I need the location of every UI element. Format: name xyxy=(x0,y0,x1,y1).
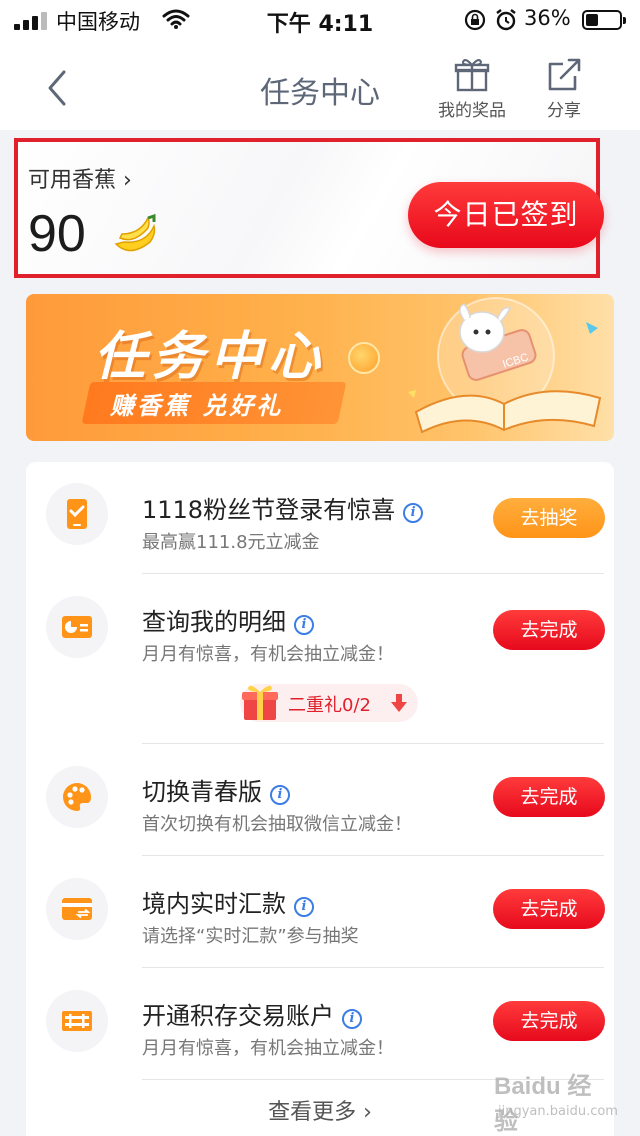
task-list: 1118粉丝节登录有惊喜 i 最高赢111.8元立减金 去抽奖 查询我的明细 i 月… xyxy=(26,462,614,1136)
task-icon-wrap xyxy=(46,990,108,1052)
chevron-right-icon: › xyxy=(356,1100,372,1125)
task-title: 开通积存交易账户 i xyxy=(142,996,362,1031)
battery-icon xyxy=(582,10,626,30)
bonus-badge[interactable]: 二重礼0/2 xyxy=(240,684,418,722)
task-row: 切换青春版 i 首次切换有机会抽取微信立减金！ 去完成 xyxy=(26,744,614,856)
task-row: 1118粉丝节登录有惊喜 i 最高赢111.8元立减金 去抽奖 xyxy=(26,462,614,574)
complete-task-button[interactable]: 去完成 xyxy=(493,1001,605,1041)
gift-box-icon xyxy=(242,685,278,720)
watermark-brand: Baidu 经验 xyxy=(494,1073,592,1135)
checked-in-button[interactable]: 今日已签到 xyxy=(408,182,604,248)
transfer-card-icon xyxy=(62,898,92,920)
alarm-icon xyxy=(496,9,516,31)
info-icon[interactable]: i xyxy=(342,1009,362,1029)
task-icon-wrap xyxy=(46,596,108,658)
task-title: 切换青春版 i xyxy=(142,772,290,807)
available-bananas-label: 可用香蕉 xyxy=(28,168,117,193)
task-icon-wrap xyxy=(46,483,108,545)
share-icon xyxy=(548,58,581,91)
complete-task-button[interactable]: 去完成 xyxy=(493,610,605,650)
task-title: 境内实时汇款 i xyxy=(142,884,314,919)
share-button[interactable]: 分享 xyxy=(538,56,590,121)
my-prizes-label: 我的奖品 xyxy=(438,101,506,121)
watermark-url: jingyan.baidu.com xyxy=(498,1104,618,1119)
task-description: 请选择“实时汇款”参与抽奖 xyxy=(142,926,359,947)
points-card: 可用香蕉 › 90 今日已签到 xyxy=(14,138,604,278)
banner-title: 任务中心 xyxy=(94,327,327,387)
gift-icon xyxy=(454,59,490,92)
info-icon[interactable]: i xyxy=(403,503,424,523)
info-icon[interactable]: i xyxy=(270,785,290,805)
banana-count: 90 xyxy=(28,205,86,263)
complete-task-button[interactable]: 去完成 xyxy=(493,777,605,817)
banana-coin-icon xyxy=(348,342,380,374)
chart-card-icon xyxy=(62,616,92,638)
baidu-jingyan-watermark: Baidu 经验 jingyan.baidu.com xyxy=(490,1062,618,1135)
rotation-lock-icon xyxy=(464,9,486,31)
task-title: 1118粉丝节登录有惊喜 i xyxy=(142,490,424,525)
info-icon[interactable]: i xyxy=(294,897,314,917)
task-description: 首次切换有机会抽取微信立减金！ xyxy=(142,814,412,835)
task-center-banner[interactable]: 任务中心 赚香蕉 兑好礼 ICBC xyxy=(26,294,614,441)
chevron-right-icon: › xyxy=(123,168,132,193)
my-prizes-button[interactable]: 我的奖品 xyxy=(434,56,510,121)
book-mascot-illustration: ICBC xyxy=(408,297,602,434)
task-icon-wrap xyxy=(46,766,108,828)
task-icon-wrap xyxy=(46,878,108,940)
complete-task-button[interactable]: 去完成 xyxy=(493,889,605,929)
arrow-down-icon xyxy=(391,694,407,712)
gold-bars-icon xyxy=(62,1011,92,1031)
task-row: 境内实时汇款 i 请选择“实时汇款”参与抽奖 去完成 xyxy=(26,856,614,968)
available-bananas-link[interactable]: 可用香蕉 › xyxy=(28,162,132,194)
info-icon[interactable]: i xyxy=(294,615,314,635)
banana-icon xyxy=(114,214,156,252)
task-description: 月月有惊喜，有机会抽立减金！ xyxy=(142,1038,394,1059)
status-bar: 中国移动 下午 4:11 36% xyxy=(0,0,640,40)
nav-bar: 任务中心 我的奖品 分享 xyxy=(0,40,640,130)
share-label: 分享 xyxy=(547,101,581,121)
banner-subtitle: 赚香蕉 兑好礼 xyxy=(110,392,284,420)
task-title: 查询我的明细 i xyxy=(142,602,314,637)
task-description: 最高赢111.8元立减金 xyxy=(142,532,320,553)
task-description: 月月有惊喜，有机会抽立减金！ xyxy=(142,644,394,665)
palette-icon xyxy=(63,783,91,811)
bonus-progress: 二重礼0/2 xyxy=(288,695,371,716)
phone-check-icon xyxy=(67,499,87,529)
battery-percent: 36% xyxy=(524,6,571,30)
draw-prize-button[interactable]: 去抽奖 xyxy=(493,498,605,538)
task-row: 查询我的明细 i 月月有惊喜，有机会抽立减金！ 去完成 二重礼0/2 xyxy=(26,574,614,744)
